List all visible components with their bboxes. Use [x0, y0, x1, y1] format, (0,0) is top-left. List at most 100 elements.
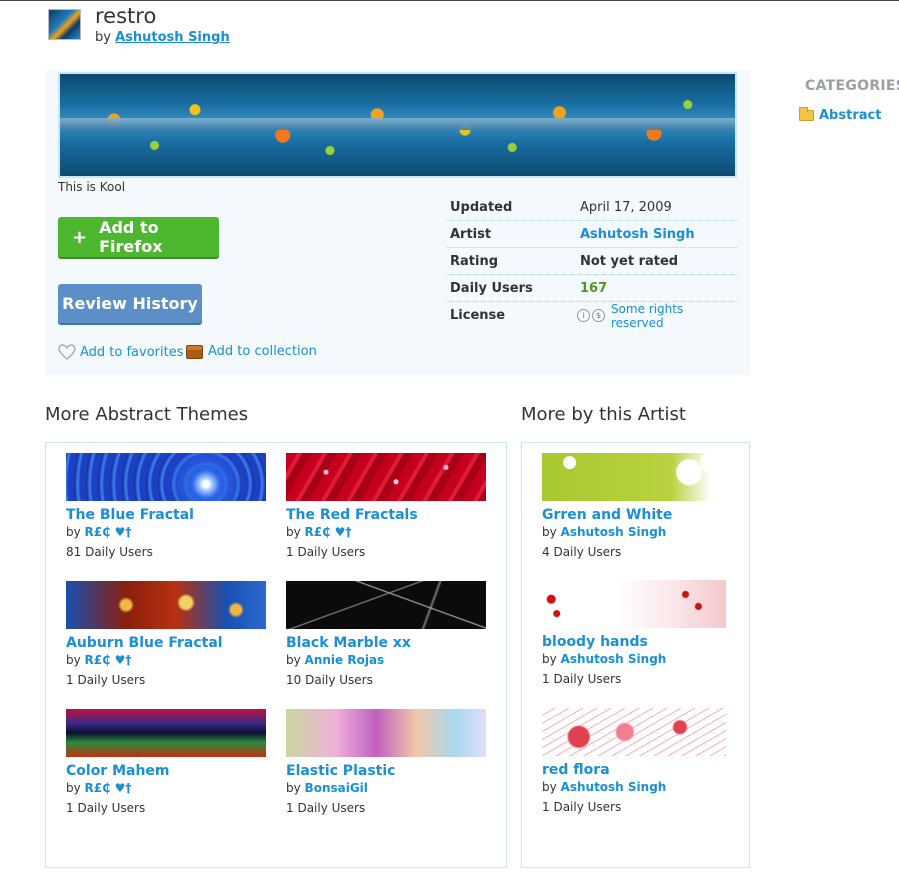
author-link[interactable]: R£₵ ♥†	[85, 781, 132, 795]
author-link[interactable]: Ashutosh Singh	[561, 525, 667, 539]
meta-row-rating: Rating Not yet rated	[447, 248, 737, 275]
theme-card-title[interactable]: Color Mahem	[66, 763, 266, 779]
review-history-button[interactable]: Review History	[58, 284, 202, 323]
theme-card-author: by Ashutosh Singh	[542, 652, 726, 666]
theme-thumbnail[interactable]	[66, 453, 266, 501]
license-link[interactable]: i $ Some rights reserved	[577, 302, 737, 330]
theme-card-author: by R£₵ ♥†	[66, 781, 266, 795]
heart-icon	[58, 344, 76, 360]
meta-row-daily-users: Daily Users 167	[447, 275, 737, 302]
add-to-favorites[interactable]: Add to favorites	[58, 344, 184, 360]
by-prefix: by	[66, 525, 81, 539]
theme-card[interactable]: The Blue Fractal by R£₵ ♥† 81 Daily User…	[66, 453, 266, 559]
license-label: Some rights reserved	[610, 301, 684, 330]
meta-key: Daily Users	[450, 280, 533, 296]
theme-thumbnail[interactable]	[542, 453, 726, 501]
add-to-collection[interactable]: Add to collection	[186, 344, 317, 359]
theme-thumbnail[interactable]	[66, 581, 266, 629]
meta-row-license: License i $ Some rights reserved	[447, 302, 737, 330]
theme-card[interactable]: bloody hands by Ashutosh Singh 1 Daily U…	[542, 580, 726, 686]
meta-key: Artist	[450, 226, 492, 242]
collection-box-icon	[186, 344, 203, 359]
meta-value-rating: Not yet rated	[580, 253, 679, 269]
theme-card-users: 4 Daily Users	[542, 545, 622, 559]
theme-card[interactable]: Color Mahem by R£₵ ♥† 1 Daily Users	[66, 709, 266, 815]
theme-card-users: 81 Daily Users	[66, 545, 153, 559]
add-to-firefox-label: Add to Firefox	[99, 218, 163, 256]
by-prefix: by	[286, 781, 301, 795]
author-link[interactable]: Annie Rojas	[305, 653, 385, 667]
page-title: restro	[95, 4, 157, 28]
by-prefix: by	[66, 653, 81, 667]
author-link[interactable]: R£₵ ♥†	[85, 525, 132, 539]
theme-card-users: 1 Daily Users	[286, 801, 366, 815]
author-link[interactable]: Ashutosh Singh	[561, 780, 667, 794]
theme-card-users: 10 Daily Users	[286, 673, 373, 687]
meta-value-artist-link[interactable]: Ashutosh Singh	[580, 227, 695, 242]
by-prefix: by	[286, 653, 301, 667]
meta-key: License	[450, 308, 506, 323]
theme-card[interactable]: Black Marble xx by Annie Rojas 10 Daily …	[286, 581, 486, 687]
abstract-themes-box: The Blue Fractal by R£₵ ♥† 81 Daily User…	[45, 442, 507, 868]
theme-card-title[interactable]: bloody hands	[542, 634, 726, 650]
theme-card-users: 1 Daily Users	[286, 545, 366, 559]
theme-card-author: by Ashutosh Singh	[542, 525, 726, 539]
by-prefix: by	[542, 780, 557, 794]
author-link[interactable]: R£₵ ♥†	[85, 653, 132, 667]
category-link-abstract[interactable]: Abstract	[799, 107, 882, 123]
category-label: Abstract	[819, 108, 882, 123]
theme-card-author: by Ashutosh Singh	[542, 780, 726, 794]
theme-card-title[interactable]: Grren and White	[542, 507, 726, 523]
theme-card-author: by R£₵ ♥†	[66, 653, 266, 667]
add-to-firefox-button[interactable]: + Add to Firefox	[58, 217, 219, 257]
author-link[interactable]: Ashutosh Singh	[115, 30, 230, 45]
byline: by Ashutosh Singh	[95, 30, 230, 45]
abstract-section-title: More Abstract Themes	[45, 404, 249, 425]
theme-thumbnail[interactable]	[286, 581, 486, 629]
theme-card-users: 1 Daily Users	[542, 800, 622, 814]
theme-card-title[interactable]: Auburn Blue Fractal	[66, 635, 266, 651]
preview-band	[60, 118, 735, 130]
theme-card[interactable]: Auburn Blue Fractal by R£₵ ♥† 1 Daily Us…	[66, 581, 266, 687]
theme-card-title[interactable]: The Red Fractals	[286, 507, 486, 523]
theme-thumbnail[interactable]	[286, 709, 486, 757]
plus-icon: +	[72, 226, 88, 248]
by-prefix: by	[542, 652, 557, 666]
theme-card-author: by R£₵ ♥†	[66, 525, 266, 539]
theme-card-title[interactable]: The Blue Fractal	[66, 507, 266, 523]
folder-icon	[799, 107, 814, 121]
theme-card[interactable]: The Red Fractals by R£₵ ♥† 1 Daily Users	[286, 453, 486, 559]
add-to-collection-label: Add to collection	[208, 344, 317, 359]
theme-icon	[48, 9, 81, 40]
theme-thumbnail[interactable]	[542, 708, 726, 756]
top-border	[0, 0, 899, 1]
cc-attribution-icon: i	[577, 309, 591, 322]
author-link[interactable]: BonsaiGil	[305, 781, 368, 795]
theme-card-author: by Annie Rojas	[286, 653, 486, 667]
cc-noncommercial-icon: $	[592, 309, 605, 322]
theme-thumbnail[interactable]	[542, 580, 726, 628]
theme-card-title[interactable]: Elastic Plastic	[286, 763, 486, 779]
by-prefix: by	[542, 525, 557, 539]
author-link[interactable]: Ashutosh Singh	[561, 652, 667, 666]
byline-prefix: by	[95, 30, 111, 45]
categories-heading: CATEGORIES	[805, 78, 899, 94]
theme-card-title[interactable]: red flora	[542, 762, 726, 778]
theme-card[interactable]: red flora by Ashutosh Singh 1 Daily User…	[542, 708, 726, 814]
author-link[interactable]: R£₵ ♥†	[305, 525, 352, 539]
theme-card-users: 1 Daily Users	[66, 673, 146, 687]
theme-preview-image	[58, 72, 737, 178]
by-prefix: by	[286, 525, 301, 539]
theme-thumbnail[interactable]	[286, 453, 486, 501]
theme-card-users: 1 Daily Users	[542, 672, 622, 686]
theme-card-author: by R£₵ ♥†	[286, 525, 486, 539]
meta-row-updated: Updated April 17, 2009	[447, 194, 737, 221]
add-to-favorites-label: Add to favorites	[80, 344, 184, 360]
theme-card[interactable]: Elastic Plastic by BonsaiGil 1 Daily Use…	[286, 709, 486, 815]
theme-thumbnail[interactable]	[66, 709, 266, 757]
meta-key: Rating	[450, 253, 499, 269]
theme-card-title[interactable]: Black Marble xx	[286, 635, 486, 651]
theme-card-author: by BonsaiGil	[286, 781, 486, 795]
theme-card[interactable]: Grren and White by Ashutosh Singh 4 Dail…	[542, 453, 726, 559]
meta-value-daily-users: 167	[580, 280, 608, 296]
